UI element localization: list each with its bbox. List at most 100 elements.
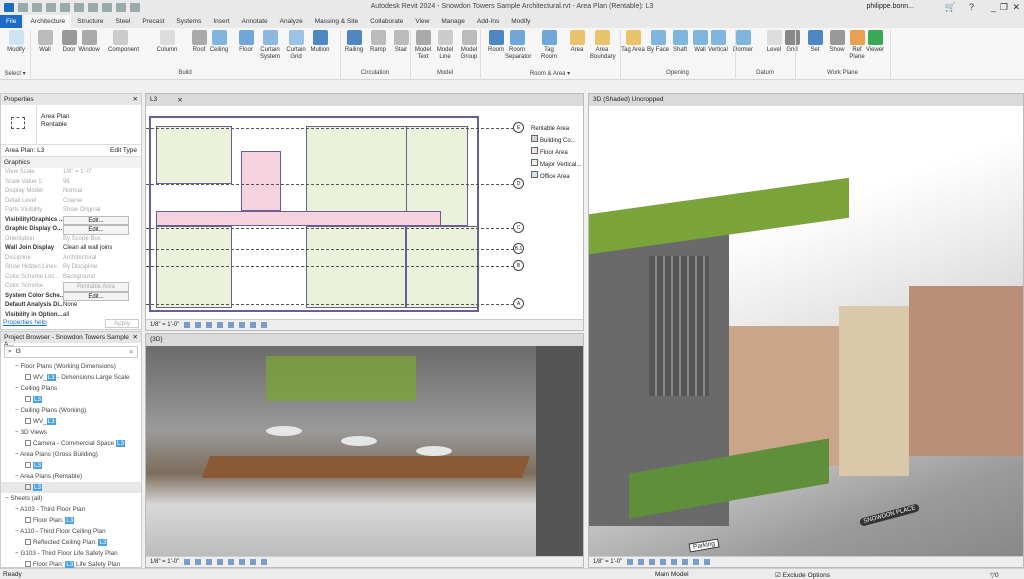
wall-tool[interactable]: Wall bbox=[33, 30, 57, 54]
vertical-tool[interactable]: Vertical bbox=[706, 30, 730, 54]
ceiling-tool[interactable]: Ceiling bbox=[207, 30, 231, 54]
property-row[interactable]: Graphic Display O... Edit... bbox=[1, 225, 141, 235]
interior-render[interactable] bbox=[146, 346, 583, 558]
clear-search-icon[interactable]: ✕ bbox=[129, 348, 134, 356]
interior-3d-view[interactable]: {3D} 1/8" = 1'-0" bbox=[145, 333, 584, 568]
tab-file[interactable]: File bbox=[0, 15, 23, 28]
floor-plan-drawing[interactable]: E D C B.1 B A Rentable Area Building Co... Floo… bbox=[146, 106, 583, 320]
property-row[interactable]: Wall Join Display Clean all wall joins bbox=[1, 244, 141, 254]
browser-item[interactable]: L3 bbox=[1, 394, 141, 405]
properties-help-link[interactable]: Properties help bbox=[3, 319, 47, 328]
property-row[interactable]: Display Model Normal bbox=[1, 187, 141, 197]
property-row[interactable]: View Scale 1/8" = 1'-0" bbox=[1, 168, 141, 178]
property-row[interactable]: Detail Level Coarse bbox=[1, 197, 141, 207]
minimize-button[interactable]: _ bbox=[991, 2, 996, 12]
model-line-tool[interactable]: Model Line bbox=[433, 30, 457, 61]
tab-view[interactable]: View bbox=[409, 15, 435, 28]
property-row[interactable]: Color Scheme Rentable Area bbox=[1, 282, 141, 292]
cart-icon[interactable]: 🛒 bbox=[945, 2, 956, 13]
view-scale[interactable]: 1/8" = 1'-0" bbox=[150, 322, 179, 328]
exterior-render[interactable]: Parking SNOWDON PLACE bbox=[589, 106, 1023, 557]
section-graphics[interactable]: Graphics bbox=[1, 157, 141, 168]
viewer-tool[interactable]: Viewer bbox=[863, 30, 887, 54]
browser-item[interactable]: − A110 - Third Floor Ceiling Plan bbox=[1, 526, 141, 537]
user-account[interactable]: philippe.bonn... bbox=[867, 3, 914, 10]
modify-tool[interactable]: Modify bbox=[4, 30, 28, 54]
type-selector[interactable]: Area Plan Rentable bbox=[1, 105, 141, 145]
tab-modify[interactable]: Modify bbox=[505, 15, 536, 28]
area-boundary-tool[interactable]: Area Boundary bbox=[590, 30, 616, 61]
tab-architecture[interactable]: Architecture bbox=[24, 15, 72, 28]
browser-item[interactable]: WV_L3 - Dimensions Large Scale bbox=[1, 372, 141, 383]
plan-view[interactable]: L3 ✕ E D C B.1 B A Rentable Area Building Co...… bbox=[145, 93, 584, 331]
browser-item[interactable]: − G103 - Third Floor Life Safety Plan bbox=[1, 548, 141, 559]
window-tool[interactable]: Window bbox=[77, 30, 101, 54]
tab-systems[interactable]: Systems bbox=[170, 15, 207, 28]
browser-item[interactable]: Camera - Commercial Space L3 bbox=[1, 438, 141, 449]
property-value[interactable]: Edit... bbox=[63, 225, 129, 235]
floor-tool[interactable]: Floor bbox=[234, 30, 258, 54]
property-value[interactable]: Edit... bbox=[63, 291, 129, 301]
edit-type-button[interactable]: Edit Type bbox=[110, 147, 137, 154]
browser-item[interactable]: − Ceiling Plans bbox=[1, 383, 141, 394]
model-group-tool[interactable]: Model Group bbox=[457, 30, 481, 61]
browser-item[interactable]: Reflected Ceiling Plan: L3 bbox=[1, 537, 141, 548]
property-row[interactable]: Scale Value 1: 96 bbox=[1, 178, 141, 188]
tab-massing-site[interactable]: Massing & Site bbox=[309, 15, 364, 28]
ribbon-group[interactable]: Select ▾ bbox=[0, 70, 30, 77]
filter-icon[interactable]: ▽0 bbox=[990, 571, 999, 579]
browser-item[interactable]: − Area Plans (Rentable) bbox=[1, 471, 141, 482]
tab-add-ins[interactable]: Add-Ins bbox=[471, 15, 505, 28]
grid-tool[interactable]: Grid bbox=[780, 30, 804, 54]
search-input[interactable]: l3 bbox=[16, 348, 21, 356]
area-tool[interactable]: Area bbox=[565, 30, 589, 54]
tab-analyze[interactable]: Analyze bbox=[274, 15, 309, 28]
view-scale[interactable]: 1/8" = 1'-0" bbox=[150, 559, 179, 565]
instance-selector[interactable]: Area Plan: L3 bbox=[5, 147, 44, 154]
browser-item[interactable]: − Ceiling Plans (Working) bbox=[1, 405, 141, 416]
tab-precast[interactable]: Precast bbox=[136, 15, 170, 28]
close-button[interactable]: ✕ bbox=[1012, 2, 1020, 13]
ramp-tool[interactable]: Ramp bbox=[366, 30, 390, 54]
property-row[interactable]: System Color Sche... Edit... bbox=[1, 291, 141, 301]
railing-tool[interactable]: Railing bbox=[342, 30, 366, 54]
browser-item[interactable]: L3 bbox=[1, 482, 141, 493]
browser-search[interactable]: ⌕ l3 ✕ bbox=[4, 346, 138, 358]
help-icon[interactable]: ? bbox=[969, 2, 974, 12]
property-value[interactable]: Edit... bbox=[63, 215, 129, 225]
tag-area-tool[interactable]: Tag Area bbox=[621, 30, 645, 54]
tab-collaborate[interactable]: Collaborate bbox=[364, 15, 409, 28]
property-row[interactable]: Parts Visibility Show Original bbox=[1, 206, 141, 216]
tab-insert[interactable]: Insert bbox=[207, 15, 235, 28]
tab-structure[interactable]: Structure bbox=[71, 15, 109, 28]
by-face-tool[interactable]: By Face bbox=[646, 30, 670, 54]
close-icon[interactable]: ✕ bbox=[133, 333, 138, 341]
tab-steel[interactable]: Steel bbox=[110, 15, 137, 28]
tab-manage[interactable]: Manage bbox=[435, 15, 471, 28]
browser-item[interactable]: L3 bbox=[1, 460, 141, 471]
browser-item[interactable]: − Floor Plans (Working Dimensions) bbox=[1, 361, 141, 372]
exclude-options[interactable]: ☑ Exclude Options bbox=[775, 571, 830, 579]
mullion-tool[interactable]: Mullion bbox=[308, 30, 332, 54]
apply-button[interactable]: Apply bbox=[104, 319, 139, 328]
tag-room-tool[interactable]: Tag Room bbox=[537, 30, 561, 61]
browser-item[interactable]: − 3D Views bbox=[1, 427, 141, 438]
restore-button[interactable]: ❐ bbox=[1000, 2, 1008, 13]
view-tab-3d-shaded[interactable]: 3D (Shaded) Uncropped bbox=[589, 94, 1023, 106]
property-row[interactable]: Color Scheme Loc... Background bbox=[1, 273, 141, 283]
property-row[interactable]: Discipline Architectural bbox=[1, 254, 141, 264]
curtain-system-tool[interactable]: Curtain System bbox=[258, 30, 282, 61]
curtain-grid-tool[interactable]: Curtain Grid bbox=[284, 30, 308, 61]
property-row[interactable]: Visibility/Graphics ... Edit... bbox=[1, 215, 141, 225]
column-tool[interactable]: Column bbox=[155, 30, 179, 54]
close-icon[interactable]: ✕ bbox=[177, 96, 182, 104]
browser-item[interactable]: WV_L3 bbox=[1, 416, 141, 427]
set-tool[interactable]: Set bbox=[803, 30, 827, 54]
property-row[interactable]: Default Analysis Di... None bbox=[1, 301, 141, 311]
view-tab-l3[interactable]: L3 ✕ bbox=[146, 94, 583, 106]
exterior-3d-view[interactable]: 3D (Shaded) Uncropped Parking SNOWDON PL… bbox=[588, 93, 1024, 568]
browser-item[interactable]: − A103 - Third Floor Plan bbox=[1, 504, 141, 515]
view-tab-3d[interactable]: {3D} bbox=[146, 334, 583, 346]
close-icon[interactable]: ✕ bbox=[133, 95, 138, 103]
model-text-tool[interactable]: Model Text bbox=[411, 30, 435, 61]
